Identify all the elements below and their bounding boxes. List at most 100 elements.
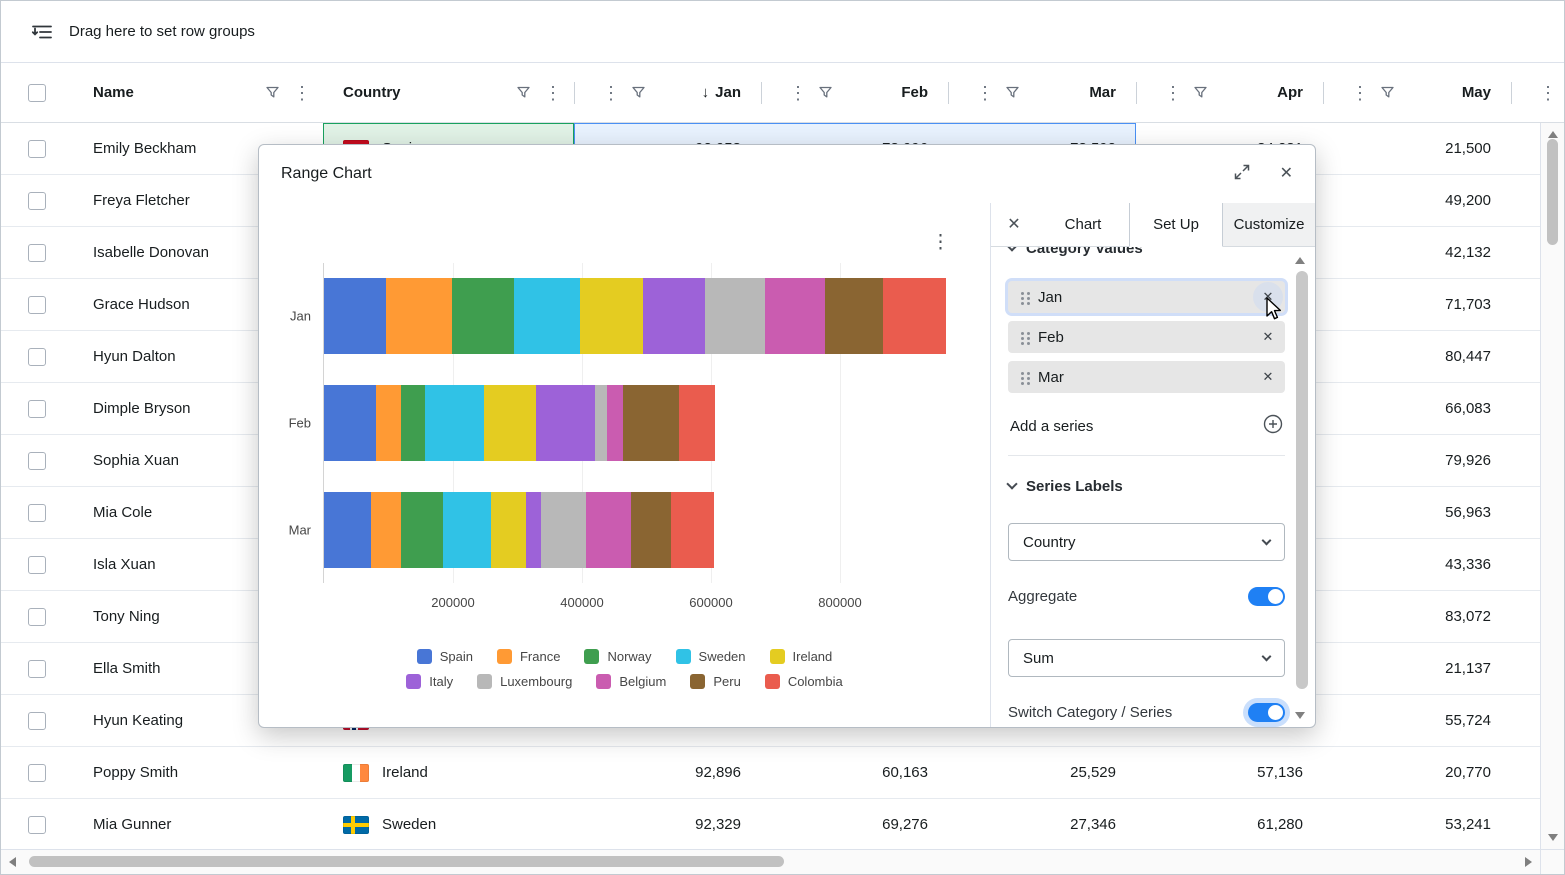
bar-segment-norway[interactable] xyxy=(401,492,443,568)
select-all-checkbox[interactable] xyxy=(28,84,46,102)
stacked-bar[interactable] xyxy=(324,492,714,568)
vertical-scrollbar[interactable] xyxy=(1540,123,1564,849)
row-checkbox-cell[interactable] xyxy=(1,383,73,434)
row-checkbox-cell[interactable] xyxy=(1,279,73,330)
bar-segment-ireland[interactable] xyxy=(484,385,536,461)
bar-segment-peru[interactable] xyxy=(631,492,671,568)
tab-customize[interactable]: Customize xyxy=(1223,203,1315,246)
column-header-apr[interactable]: ⋮ Apr xyxy=(1136,63,1323,122)
bar-segment-colombia[interactable] xyxy=(679,385,715,461)
bar-segment-sweden[interactable] xyxy=(514,278,580,354)
row-checkbox-cell[interactable] xyxy=(1,799,73,850)
bar-segment-france[interactable] xyxy=(376,385,401,461)
row-checkbox-cell[interactable] xyxy=(1,435,73,486)
filter-icon[interactable] xyxy=(1194,86,1207,99)
column-header-feb[interactable]: ⋮ Feb xyxy=(761,63,948,122)
legend-item[interactable]: Spain xyxy=(417,649,473,664)
scroll-down-icon[interactable] xyxy=(1548,834,1558,841)
legend-item[interactable]: Norway xyxy=(584,649,651,664)
tab-set-up[interactable]: Set Up xyxy=(1129,203,1223,247)
row-checkbox-cell[interactable] xyxy=(1,487,73,538)
scroll-left-icon[interactable] xyxy=(9,857,16,867)
column-menu-icon[interactable]: ⋮ xyxy=(1351,84,1369,102)
horizontal-scrollbar[interactable] xyxy=(1,849,1540,874)
column-header-may[interactable]: ⋮ May xyxy=(1323,63,1511,122)
legend-item[interactable]: Ireland xyxy=(770,649,833,664)
row-checkbox[interactable] xyxy=(28,660,46,678)
drag-handle-icon[interactable] xyxy=(1021,292,1024,295)
filter-icon[interactable] xyxy=(517,86,530,99)
bar-segment-ireland[interactable] xyxy=(491,492,526,568)
remove-icon[interactable]: ✕ xyxy=(1253,282,1283,312)
legend-item[interactable]: Sweden xyxy=(676,649,746,664)
bar-segment-belgium[interactable] xyxy=(607,385,623,461)
legend-item[interactable]: Peru xyxy=(690,674,740,689)
legend-item[interactable]: Luxembourg xyxy=(477,674,572,689)
column-header-next[interactable]: ⋮ xyxy=(1511,63,1564,122)
scroll-right-icon[interactable] xyxy=(1525,857,1532,867)
row-checkbox[interactable] xyxy=(28,608,46,626)
bar-segment-belgium[interactable] xyxy=(586,492,631,568)
add-series-icon[interactable] xyxy=(1263,414,1283,438)
row-checkbox-cell[interactable] xyxy=(1,227,73,278)
bar-segment-spain[interactable] xyxy=(324,492,371,568)
bar-segment-italy[interactable] xyxy=(526,492,541,568)
bar-segment-peru[interactable] xyxy=(623,385,679,461)
legend-item[interactable]: Belgium xyxy=(596,674,666,689)
panel-scrollbar-thumb[interactable] xyxy=(1296,271,1308,689)
category-value-pill[interactable]: Feb✕ xyxy=(1008,321,1285,353)
panel-scroll-up-icon[interactable] xyxy=(1295,257,1305,264)
header-checkbox-cell[interactable] xyxy=(1,63,73,122)
dialog-titlebar[interactable]: Range Chart ✕ xyxy=(259,145,1315,203)
bar-segment-sweden[interactable] xyxy=(443,492,491,568)
scroll-up-icon[interactable] xyxy=(1548,131,1558,138)
column-menu-icon[interactable]: ⋮ xyxy=(602,84,620,102)
row-checkbox-cell[interactable] xyxy=(1,695,73,746)
bar-segment-italy[interactable] xyxy=(643,278,705,354)
bar-segment-spain[interactable] xyxy=(324,385,376,461)
table-row[interactable]: Mia GunnerSweden92,32969,27627,34661,280… xyxy=(1,799,1564,851)
row-checkbox-cell[interactable] xyxy=(1,643,73,694)
switch-toggle[interactable] xyxy=(1248,703,1285,722)
legend-item[interactable]: Italy xyxy=(406,674,453,689)
column-header-name[interactable]: Name ⋮ xyxy=(73,63,323,122)
drag-handle-icon[interactable] xyxy=(1021,332,1024,335)
bar-segment-belgium[interactable] xyxy=(765,278,825,354)
category-value-pill[interactable]: Jan✕ xyxy=(1008,281,1285,313)
bar-segment-france[interactable] xyxy=(386,278,452,354)
bar-segment-spain[interactable] xyxy=(324,278,386,354)
row-checkbox[interactable] xyxy=(28,140,46,158)
row-checkbox-cell[interactable] xyxy=(1,123,73,174)
bar-segment-france[interactable] xyxy=(371,492,401,568)
horizontal-scrollbar-thumb[interactable] xyxy=(29,856,784,867)
add-series-row[interactable]: Add a series xyxy=(1010,411,1283,441)
row-checkbox[interactable] xyxy=(28,452,46,470)
row-checkbox-cell[interactable] xyxy=(1,747,73,798)
category-values-section-header[interactable]: Category Values xyxy=(1008,247,1285,257)
legend-item[interactable]: France xyxy=(497,649,560,664)
column-menu-icon[interactable]: ⋮ xyxy=(976,84,994,102)
row-group-panel[interactable]: Drag here to set row groups xyxy=(1,1,1564,63)
stacked-bar[interactable] xyxy=(324,278,946,354)
column-header-mar[interactable]: ⋮ Mar xyxy=(948,63,1136,122)
column-menu-icon[interactable]: ⋮ xyxy=(293,84,311,102)
drag-handle-icon[interactable] xyxy=(1021,372,1024,375)
series-labels-section-header[interactable]: Series Labels xyxy=(1008,478,1285,495)
expand-icon[interactable] xyxy=(1234,164,1250,185)
bar-segment-luxembourg[interactable] xyxy=(705,278,765,354)
bar-segment-colombia[interactable] xyxy=(671,492,714,568)
filter-icon[interactable] xyxy=(819,86,832,99)
column-menu-icon[interactable]: ⋮ xyxy=(544,84,562,102)
column-menu-icon[interactable]: ⋮ xyxy=(789,84,807,102)
panel-scroll-down-icon[interactable] xyxy=(1295,712,1305,719)
column-menu-icon[interactable]: ⋮ xyxy=(1164,84,1182,102)
table-row[interactable]: Poppy SmithIreland92,89660,16325,52957,1… xyxy=(1,747,1564,799)
vertical-scrollbar-thumb[interactable] xyxy=(1547,139,1558,245)
filter-icon[interactable] xyxy=(1381,86,1394,99)
bar-segment-colombia[interactable] xyxy=(883,278,946,354)
bar-segment-peru[interactable] xyxy=(825,278,883,354)
remove-icon[interactable]: ✕ xyxy=(1253,362,1283,392)
row-checkbox-cell[interactable] xyxy=(1,331,73,382)
tab-chart[interactable]: Chart xyxy=(1037,203,1129,246)
legend-item[interactable]: Colombia xyxy=(765,674,843,689)
